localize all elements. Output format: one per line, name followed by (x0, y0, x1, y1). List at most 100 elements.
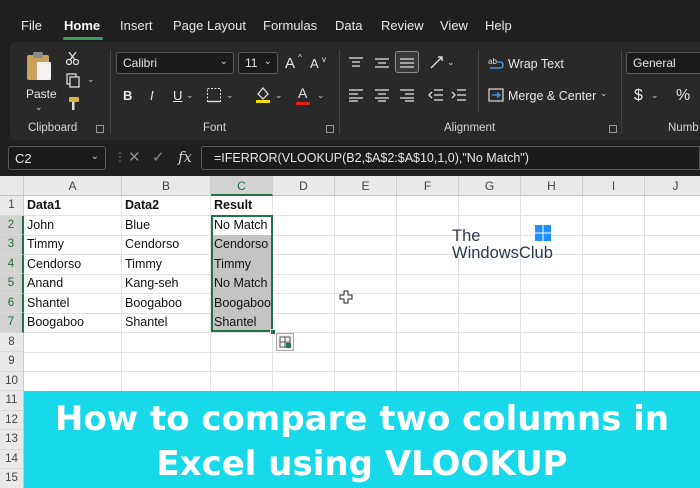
font-launcher-icon[interactable] (326, 125, 334, 133)
copy-icon[interactable] (65, 72, 81, 88)
fill-color-chevron-icon[interactable]: ⌄ (275, 90, 283, 101)
increase-indent-icon[interactable] (451, 88, 467, 102)
align-middle-icon[interactable] (374, 56, 390, 70)
wrap-text-button[interactable]: ab Wrap Text (486, 52, 596, 76)
row-header-11[interactable]: 11 (0, 391, 24, 411)
cell-a4[interactable]: Cendorso (24, 255, 121, 275)
tab-help[interactable]: Help (485, 18, 512, 33)
percent-button[interactable]: % (676, 88, 690, 104)
column-header-e[interactable]: E (335, 176, 397, 196)
tab-review[interactable]: Review (381, 18, 424, 33)
currency-button[interactable]: $ (634, 88, 643, 104)
column-header-d[interactable]: D (273, 176, 335, 196)
cell-a5[interactable]: Anand (24, 274, 121, 294)
increase-font-button[interactable]: A (285, 56, 295, 71)
borders-icon[interactable] (206, 87, 222, 103)
cell-b3[interactable]: Cendorso (122, 235, 210, 255)
cell-c3[interactable]: Cendorso (211, 235, 272, 255)
select-all-corner[interactable] (0, 176, 24, 196)
row-header-2[interactable]: 2 (0, 215, 24, 235)
font-size-dropdown[interactable]: 11 ⌄ (238, 52, 278, 74)
decrease-font-button[interactable]: A (310, 57, 319, 70)
currency-chevron-icon[interactable]: ⌄ (651, 90, 659, 101)
name-box[interactable]: C2 ⌄ (8, 146, 106, 170)
font-name-dropdown[interactable]: Calibri ⌄ (116, 52, 234, 74)
row-header-6[interactable]: 6 (0, 293, 24, 313)
insert-function-button[interactable]: fx (178, 148, 192, 166)
column-header-a[interactable]: A (24, 176, 122, 196)
cancel-icon[interactable]: ✕ (128, 148, 141, 166)
alignment-launcher-icon[interactable] (609, 125, 617, 133)
row-header-12[interactable]: 12 (0, 410, 24, 430)
row-header-5[interactable]: 5 (0, 274, 24, 294)
scissors-icon[interactable] (65, 50, 81, 66)
quick-analysis-button[interactable] (276, 333, 294, 351)
orientation-icon[interactable] (428, 54, 446, 70)
align-bottom-button[interactable] (395, 51, 419, 73)
enter-check-icon[interactable]: ✓ (152, 148, 165, 166)
copy-chevron-icon[interactable]: ⌄ (87, 74, 95, 85)
align-left-icon[interactable] (348, 88, 364, 102)
row-header-10[interactable]: 10 (0, 371, 24, 391)
cell-a1[interactable]: Data1 (24, 196, 121, 216)
bold-button[interactable]: B (123, 89, 132, 102)
font-color-chevron-icon[interactable]: ⌄ (317, 90, 325, 101)
column-header-b[interactable]: B (122, 176, 211, 196)
tab-home[interactable]: Home (64, 18, 100, 33)
column-header-h[interactable]: H (521, 176, 583, 196)
row-header-4[interactable]: 4 (0, 254, 24, 274)
cell-c6[interactable]: Boogaboo (211, 294, 272, 314)
cell-b4[interactable]: Timmy (122, 255, 210, 275)
column-header-c[interactable]: C (211, 176, 273, 196)
cell-c5[interactable]: No Match (211, 274, 272, 294)
tab-view[interactable]: View (440, 18, 468, 33)
row-header-8[interactable]: 8 (0, 332, 24, 352)
cell-b6[interactable]: Boogaboo (122, 294, 210, 314)
font-color-icon[interactable]: A (298, 86, 307, 100)
borders-chevron-icon[interactable]: ⌄ (226, 90, 234, 101)
row-header-14[interactable]: 14 (0, 449, 24, 469)
row-header-3[interactable]: 3 (0, 235, 24, 255)
paste-button[interactable]: Paste ⌄ (18, 48, 58, 112)
formula-input[interactable]: =IFERROR(VLOOKUP(B2,$A$2:$A$10,1,0),"No … (201, 146, 700, 170)
align-right-icon[interactable] (399, 88, 415, 102)
italic-button[interactable]: I (150, 89, 154, 102)
cell-a6[interactable]: Shantel (24, 294, 121, 314)
cell-a3[interactable]: Timmy (24, 235, 121, 255)
column-header-j[interactable]: J (645, 176, 700, 196)
tab-file[interactable]: File (21, 18, 42, 33)
row-header-13[interactable]: 13 (0, 430, 24, 450)
row-header-9[interactable]: 9 (0, 352, 24, 372)
tab-insert[interactable]: Insert (120, 18, 153, 33)
cell-b5[interactable]: Kang-seh (122, 274, 210, 294)
tab-data[interactable]: Data (335, 18, 362, 33)
column-header-g[interactable]: G (459, 176, 521, 196)
cell-b2[interactable]: Blue (122, 216, 210, 236)
cell-c1[interactable]: Result (211, 196, 272, 216)
underline-button[interactable]: U (173, 89, 182, 102)
underline-chevron-icon[interactable]: ⌄ (186, 90, 194, 101)
decrease-indent-icon[interactable] (428, 88, 444, 102)
cell-c2[interactable]: No Match (211, 216, 272, 236)
cell-a2[interactable]: John (24, 216, 121, 236)
cell-c7[interactable]: Shantel (211, 313, 272, 333)
align-top-icon[interactable] (348, 56, 364, 70)
format-painter-icon[interactable] (65, 96, 81, 112)
row-header-15[interactable]: 15 (0, 469, 24, 488)
column-header-f[interactable]: F (397, 176, 459, 196)
tab-page-layout[interactable]: Page Layout (173, 18, 246, 33)
row-header-7[interactable]: 7 (0, 313, 24, 333)
clipboard-launcher-icon[interactable] (96, 125, 104, 133)
cell-b7[interactable]: Shantel (122, 313, 210, 333)
cell-a7[interactable]: Boogaboo (24, 313, 121, 333)
row-header-1[interactable]: 1 (0, 196, 24, 216)
cell-c4[interactable]: Timmy (211, 255, 272, 275)
orientation-chevron-icon[interactable]: ⌄ (447, 57, 455, 68)
tab-formulas[interactable]: Formulas (263, 18, 317, 33)
number-format-dropdown[interactable]: General (626, 52, 700, 74)
column-header-i[interactable]: I (583, 176, 645, 196)
align-center-icon[interactable] (374, 88, 390, 102)
merge-center-button[interactable]: Merge & Center ⌄ (486, 84, 616, 108)
fill-color-icon[interactable] (254, 85, 272, 103)
cell-b1[interactable]: Data2 (122, 196, 210, 216)
